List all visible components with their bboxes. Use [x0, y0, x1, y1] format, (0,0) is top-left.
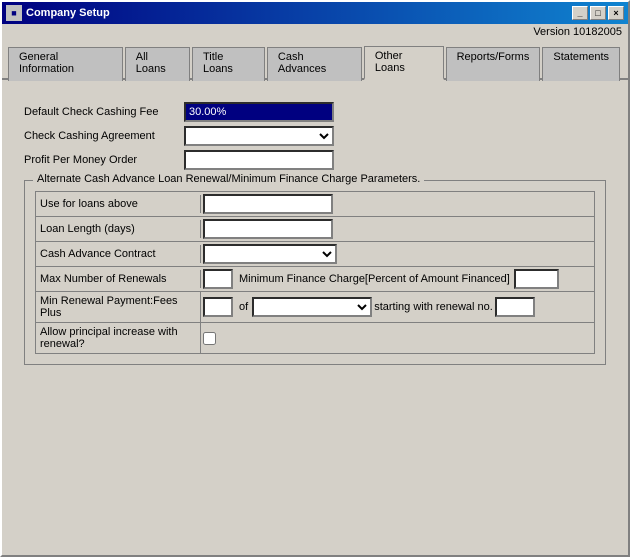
check-cashing-agreement-row: Check Cashing Agreement — [24, 126, 606, 146]
max-renewals-label: Max Number of Renewals — [36, 270, 201, 288]
of-label: of — [235, 301, 252, 313]
starting-label: starting with renewal no. — [372, 301, 495, 313]
content-area: Default Check Cashing Fee Check Cashing … — [2, 80, 628, 397]
mfc-label: Minimum Finance Charge[Percent of Amount… — [235, 273, 514, 285]
mfc-input[interactable] — [514, 269, 559, 289]
title-bar: ■ Company Setup _ □ × — [2, 2, 628, 24]
tab-bar: General Information All Loans Title Loan… — [2, 40, 628, 80]
min-renewal-input[interactable] — [203, 297, 233, 317]
loan-length-row: Loan Length (days) — [36, 217, 594, 242]
minimize-button[interactable]: _ — [572, 6, 588, 20]
check-cashing-agreement-label: Check Cashing Agreement — [24, 130, 184, 142]
profit-per-money-order-row: Profit Per Money Order — [24, 150, 606, 170]
use-for-loans-label: Use for loans above — [36, 195, 201, 213]
max-renewals-input[interactable] — [203, 269, 233, 289]
default-check-cashing-fee-label: Default Check Cashing Fee — [24, 106, 184, 118]
loan-length-label: Loan Length (days) — [36, 220, 201, 238]
cash-advance-contract-label: Cash Advance Contract — [36, 245, 201, 263]
window-icon: ■ — [6, 5, 22, 21]
starting-input[interactable] — [495, 297, 535, 317]
tab-other-loans[interactable]: Other Loans — [364, 46, 444, 80]
group-box-title: Alternate Cash Advance Loan Renewal/Mini… — [33, 173, 424, 185]
maximize-button[interactable]: □ — [590, 6, 606, 20]
close-button[interactable]: × — [608, 6, 624, 20]
default-check-cashing-fee-input[interactable] — [184, 102, 334, 122]
renewal-select[interactable] — [252, 297, 372, 317]
profit-per-money-order-input[interactable] — [184, 150, 334, 170]
profit-per-money-order-label: Profit Per Money Order — [24, 154, 184, 166]
min-renewal-row: Min Renewal Payment:Fees Plus of startin… — [36, 292, 594, 323]
parameters-table: Use for loans above Loan Length (days) C… — [35, 191, 595, 354]
version-bar: Version 10182005 — [2, 24, 628, 40]
cash-advance-contract-select[interactable] — [203, 244, 337, 264]
version-text: Version 10182005 — [533, 26, 622, 38]
loan-length-input[interactable] — [203, 219, 333, 239]
main-window: ■ Company Setup _ □ × Version 10182005 G… — [0, 0, 630, 557]
allow-principal-row: Allow principal increase with renewal? — [36, 323, 594, 353]
tab-all-loans[interactable]: All Loans — [125, 47, 190, 81]
tab-title-loans[interactable]: Title Loans — [192, 47, 265, 81]
use-for-loans-row: Use for loans above — [36, 192, 594, 217]
tab-general-information[interactable]: General Information — [8, 47, 123, 81]
allow-principal-checkbox[interactable] — [203, 332, 216, 345]
tab-cash-advances[interactable]: Cash Advances — [267, 47, 362, 81]
use-for-loans-input[interactable] — [203, 194, 333, 214]
title-bar-buttons: _ □ × — [572, 6, 624, 20]
tab-statements[interactable]: Statements — [542, 47, 620, 81]
check-cashing-agreement-select[interactable] — [184, 126, 334, 146]
alternate-cash-advance-group: Alternate Cash Advance Loan Renewal/Mini… — [24, 180, 606, 365]
window-title: Company Setup — [26, 7, 110, 19]
allow-principal-label: Allow principal increase with renewal? — [36, 323, 201, 353]
min-renewal-label: Min Renewal Payment:Fees Plus — [36, 292, 201, 322]
default-check-cashing-fee-row: Default Check Cashing Fee — [24, 102, 606, 122]
cash-advance-contract-row: Cash Advance Contract — [36, 242, 594, 267]
main-form: Default Check Cashing Fee Check Cashing … — [14, 92, 616, 385]
max-renewals-row: Max Number of Renewals Minimum Finance C… — [36, 267, 594, 292]
tab-reports-forms[interactable]: Reports/Forms — [446, 47, 541, 81]
